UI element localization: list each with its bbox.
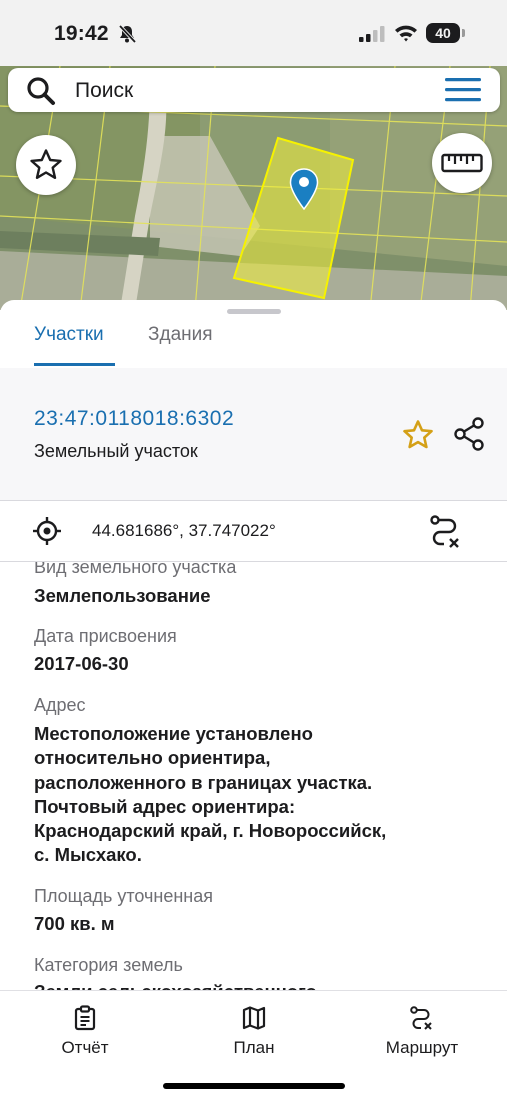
status-bar: 19:42 40 (0, 0, 507, 66)
value-line: Местоположение установлено (34, 723, 313, 744)
value-line: с. Мысхако. (34, 844, 142, 866)
home-indicator (163, 1083, 345, 1089)
field-value: 700 кв. м (34, 912, 115, 936)
battery-cap (462, 29, 465, 37)
ruler-icon (441, 153, 483, 173)
value-line: Краснодарский край, г. Новороссийск, (34, 820, 387, 842)
nav-plan-label: План (233, 1038, 275, 1057)
clipboard-icon (74, 1005, 96, 1031)
field-value: 2017-06-30 (34, 652, 129, 676)
nav-route[interactable]: Маршрут (357, 991, 487, 1071)
parcel-info-list[interactable]: Вид земельного участка Землепользование … (0, 562, 507, 990)
field-label: Адрес (34, 695, 86, 715)
nav-plan[interactable]: План (189, 991, 319, 1071)
field-label: Категория земель (34, 955, 183, 975)
location-target-icon[interactable] (33, 517, 61, 545)
coordinates-text[interactable]: 44.681686°, 37.747022° (92, 521, 276, 541)
tab-active-indicator (34, 363, 115, 366)
parcel-type: Земельный участок (34, 441, 198, 461)
tab-buildings[interactable]: Здания (148, 324, 213, 346)
nav-report-label: Отчёт (61, 1038, 109, 1057)
field-label: Дата присвоения (34, 626, 177, 646)
ruler-button[interactable] (432, 133, 492, 193)
field-label: Вид земельного участка (34, 562, 237, 577)
map-pin-icon[interactable] (289, 168, 319, 210)
value-line: Почтовый адрес ориентира: (34, 795, 296, 817)
menu-icon[interactable] (445, 78, 481, 102)
coordinates-row: 44.681686°, 37.747022° (0, 501, 507, 562)
field-value: Землепользование (34, 584, 211, 608)
cadastral-number[interactable]: 23:47:0118018:6302 (34, 407, 234, 431)
search-icon[interactable] (26, 76, 56, 106)
tab-parcels[interactable]: Участки (34, 324, 104, 346)
search-input[interactable]: Поиск (75, 79, 133, 103)
favorites-map-button[interactable] (16, 135, 76, 195)
value-line: 700 кв. м (34, 913, 115, 934)
value-line: Землепользование (34, 585, 211, 606)
share-icon[interactable] (452, 416, 486, 452)
map-icon (242, 1006, 266, 1030)
parcel-sheet: Участки Здания 23:47:0118018:6302 Земель… (0, 300, 507, 1100)
field-value: Местоположение установлено относительно … (34, 722, 386, 868)
search-bar[interactable]: Поиск (8, 68, 500, 112)
field-label: Площадь уточненная (34, 886, 213, 906)
value-line: Земли сельскохозяйственного (34, 980, 317, 990)
nav-route-label: Маршрут (385, 1038, 459, 1057)
field-value: Земли сельскохозяйственного (34, 980, 317, 990)
bell-muted-icon (118, 24, 137, 44)
route-icon[interactable] (430, 514, 462, 548)
value-line: 2017-06-30 (34, 653, 129, 674)
star-outline-icon (30, 149, 62, 179)
wifi-icon (395, 25, 417, 42)
route-icon (410, 1006, 432, 1030)
battery-indicator: 40 (426, 23, 460, 43)
favorite-star-icon[interactable] (402, 419, 434, 451)
nav-report[interactable]: Отчёт (20, 991, 150, 1071)
value-line: относительно ориентира, (34, 747, 271, 769)
cellular-signal-icon (359, 26, 385, 42)
sheet-grabber[interactable] (227, 309, 281, 314)
value-line: расположенного в границах участка. (34, 771, 373, 793)
status-time: 19:42 (54, 22, 109, 45)
